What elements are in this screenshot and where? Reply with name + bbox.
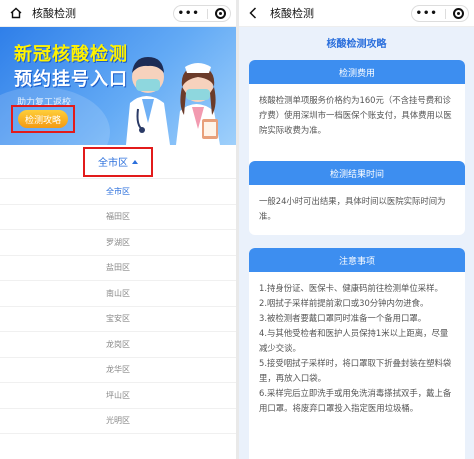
note-item: 5.接受咽拭子采样时，将口罩取下折叠封装在塑料袋里，再放入口袋。 [259,358,452,383]
promo-banner[interactable]: 新冠核酸检测 预约挂号入口 助力复工返校 检测攻略 [0,27,236,145]
caret-up-icon [132,159,138,164]
doctors-illustration [126,57,220,145]
result-time-card-text: 一般24小时可出结果，具体时间以医院实际时间为准。 [259,196,446,221]
note-item: 1.持身份证、医保卡、健康码前往检测单位采样。 [259,283,443,293]
district-item-all[interactable]: 全市区 [0,179,236,205]
district-item-baoan[interactable]: 宝安区 [0,307,236,332]
note-item: 2.咽拭子采样前提前漱口或30分钟内勿进食。 [259,298,429,308]
right-screen: 核酸检测 ••• 核酸检测攻略 检测费用 核酸检测单项服务价格约为160元（不含… [239,0,474,459]
fee-card-text: 核酸检测单项服务价格约为160元（不含挂号费和诊疗费）使用深圳市一档医保个账支付… [259,95,452,135]
district-list: 全市区 福田区 罗湖区 盐田区 南山区 宝安区 龙岗区 龙华区 坪山区 光明区 [0,179,236,434]
back-arrow-icon[interactable] [248,7,258,19]
left-capsule-menu: ••• [173,5,231,22]
home-icon[interactable] [10,7,22,19]
banner-headline-1: 新冠核酸检测 [14,44,128,65]
district-item-yantian[interactable]: 盐田区 [0,256,236,281]
note-item: 6.采样完后立即洗手或用免洗消毒搽拭双手，戴上备用口罩。将废弃口罩投入指定医用垃… [259,388,452,413]
result-time-card: 检测结果时间 一般24小时可出结果，具体时间以医院实际时间为准。 [249,161,465,235]
district-item-futian[interactable]: 福田区 [0,205,236,230]
right-capsule-menu: ••• [411,5,469,22]
capsule-separator [445,8,447,19]
district-dropdown[interactable]: 全市区 [83,146,153,177]
district-filter-bar: 全市区 [0,145,236,179]
target-close-icon[interactable] [215,8,227,19]
notes-card: 注意事项 1.持身份证、医保卡、健康码前往检测单位采样。 2.咽拭子采样前提前漱… [249,248,465,459]
right-titlebar: 核酸检测 ••• [239,0,474,27]
guide-page-heading: 核酸检测攻略 [326,38,387,50]
target-close-icon[interactable] [453,8,465,19]
screenshot-stage: 核酸检测 ••• 新冠核酸检测 预约挂号入口 助力复工返校 检测攻略 全市区 全… [0,0,474,459]
more-dots-icon[interactable]: ••• [178,8,200,19]
fee-card: 检测费用 核酸检测单项服务价格约为160元（不含挂号费和诊疗费）使用深圳市一档医… [249,60,465,174]
notes-list: 1.持身份证、医保卡、健康码前往检测单位采样。 2.咽拭子采样前提前漱口或30分… [249,272,465,424]
result-time-card-heading: 检测结果时间 [249,161,465,185]
banner-headline-2: 预约挂号入口 [14,69,128,90]
note-item: 3.被检测者要戴口罩同时准备一个备用口罩。 [259,313,427,323]
left-page-title: 核酸检测 [32,7,76,20]
fee-card-heading: 检测费用 [249,60,465,84]
capsule-separator [207,8,209,19]
left-titlebar: 核酸检测 ••• [0,0,236,27]
district-item-longhua[interactable]: 龙华区 [0,358,236,383]
district-item-nanshan[interactable]: 南山区 [0,281,236,307]
left-screen: 核酸检测 ••• 新冠核酸检测 预约挂号入口 助力复工返校 检测攻略 全市区 全… [0,0,236,459]
note-item: 4.与其他受检者和医护人员保持1米以上距离，尽量减少交谈。 [259,328,449,353]
notes-card-heading: 注意事项 [249,248,465,272]
district-item-luohu[interactable]: 罗湖区 [0,230,236,256]
right-page-title: 核酸检测 [270,7,314,20]
guide-button[interactable]: 检测攻略 [18,110,68,128]
more-dots-icon[interactable]: ••• [416,8,438,19]
district-item-pingshan[interactable]: 坪山区 [0,383,236,409]
district-dropdown-label: 全市区 [98,158,128,169]
district-item-guangming[interactable]: 光明区 [0,409,236,434]
district-item-longgang[interactable]: 龙岗区 [0,332,236,358]
